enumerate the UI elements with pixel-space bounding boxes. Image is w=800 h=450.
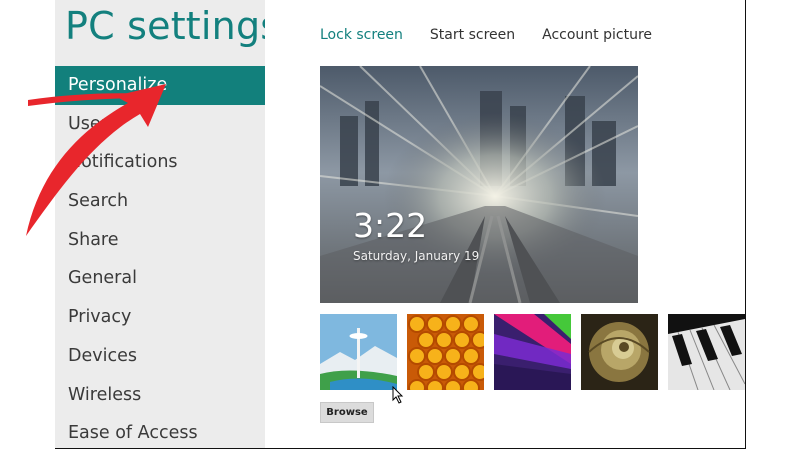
lock-screen-date: Saturday, January 19 — [353, 249, 480, 263]
sidebar: PC settings Personalize Users Notificati… — [55, 0, 280, 448]
mouse-cursor-icon — [392, 386, 404, 404]
sidebar-nav: Personalize Users Notifications Search S… — [55, 66, 265, 448]
space-needle-thumbnail[interactable] — [320, 314, 397, 390]
sidebar-item-share[interactable]: Share — [55, 221, 265, 260]
sidebar-item-privacy[interactable]: Privacy — [55, 298, 265, 337]
sidebar-item-search[interactable]: Search — [55, 182, 265, 221]
tab-bar: Lock screen Start screen Account picture — [320, 27, 652, 43]
tab-start-screen[interactable]: Start screen — [430, 27, 515, 43]
nautilus-shell-thumbnail[interactable] — [581, 314, 658, 390]
main-content: Lock screen Start screen Account picture — [265, 0, 745, 448]
lock-screen-preview: 3:22 Saturday, January 19 — [320, 66, 638, 303]
sidebar-item-general[interactable]: General — [55, 259, 265, 298]
tab-lock-screen[interactable]: Lock screen — [320, 27, 403, 43]
honeycomb-thumbnail[interactable] — [407, 314, 484, 390]
wallpaper-thumbnails — [320, 314, 745, 390]
pc-settings-window: PC settings Personalize Users Notificati… — [55, 0, 746, 449]
abstract-ribbon-thumbnail[interactable] — [494, 314, 571, 390]
piano-keys-thumbnail[interactable] — [668, 314, 745, 390]
sidebar-item-wireless[interactable]: Wireless — [55, 376, 265, 415]
sidebar-item-devices[interactable]: Devices — [55, 337, 265, 376]
sidebar-item-notifications[interactable]: Notifications — [55, 143, 265, 182]
tab-account-picture[interactable]: Account picture — [542, 27, 652, 43]
sidebar-item-ease-of-access[interactable]: Ease of Access — [55, 414, 265, 448]
lock-screen-wallpaper — [320, 66, 638, 303]
lock-screen-time: 3:22 — [353, 206, 428, 245]
browse-button[interactable]: Browse — [320, 402, 374, 423]
sidebar-item-users[interactable]: Users — [55, 105, 265, 144]
page-title: PC settings — [65, 4, 281, 48]
sidebar-item-personalize[interactable]: Personalize — [55, 66, 265, 105]
